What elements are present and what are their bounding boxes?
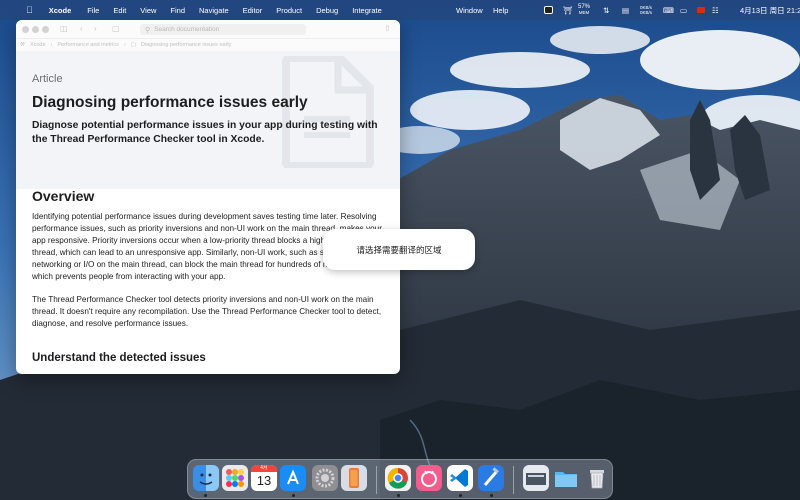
battery-status[interactable]: 57% MEM bbox=[578, 0, 590, 20]
bilibili-icon[interactable] bbox=[416, 465, 442, 491]
dock-separator bbox=[513, 466, 514, 494]
calendar-month: 4月 bbox=[251, 465, 277, 472]
menu-help[interactable]: Help bbox=[493, 0, 508, 20]
overview-heading: Overview bbox=[32, 188, 95, 204]
calendar-icon[interactable]: 4月 13 bbox=[251, 465, 277, 491]
translate-prompt-text: 请选择需要翻译的区域 bbox=[356, 245, 442, 256]
control-center-icon[interactable]: ▤ bbox=[622, 0, 629, 20]
breadcrumb-item-performance[interactable]: Performance and metrics bbox=[57, 42, 118, 48]
iphone-mirroring-icon[interactable] bbox=[341, 465, 367, 491]
xcode-app-icon[interactable] bbox=[478, 465, 504, 491]
downloads-stack-icon[interactable] bbox=[523, 465, 549, 491]
menu-editor[interactable]: Editor bbox=[243, 6, 263, 15]
search-icon: ⚲ bbox=[145, 26, 151, 34]
zoom-button[interactable] bbox=[42, 26, 49, 33]
sidebar-toggle-icon[interactable]: ◫ bbox=[60, 24, 68, 33]
menu-edit[interactable]: Edit bbox=[113, 6, 126, 15]
menu-find[interactable]: Find bbox=[170, 6, 185, 15]
minimize-button[interactable] bbox=[32, 26, 39, 33]
close-button[interactable] bbox=[22, 26, 29, 33]
breadcrumb-separator-icon: › bbox=[50, 42, 53, 48]
window-toolbar: ◫ ‹ › ▢ ⚲ Search documentation ⇧ bbox=[16, 20, 400, 39]
chrome-icon[interactable] bbox=[385, 465, 411, 491]
tab-icon[interactable]: ▢ bbox=[112, 24, 120, 33]
menu-clock[interactable]: 4月13日 周日 21:21 bbox=[740, 0, 800, 20]
menu-product[interactable]: Product bbox=[276, 6, 302, 15]
menu-integrate[interactable]: Integrate bbox=[352, 6, 382, 15]
documentation-window: ◫ ‹ › ▢ ⚲ Search documentation ⇧ ⚒ Xcode… bbox=[16, 20, 400, 374]
menu-file[interactable]: File bbox=[87, 6, 99, 15]
menu-window[interactable]: Window bbox=[456, 0, 483, 20]
menu-debug[interactable]: Debug bbox=[316, 6, 338, 15]
search-placeholder: Search documentation bbox=[154, 26, 220, 33]
system-settings-icon[interactable] bbox=[312, 465, 338, 491]
share-icon[interactable]: ⇧ bbox=[384, 24, 391, 33]
translate-prompt-popup[interactable]: 请选择需要翻译的区域 bbox=[323, 229, 475, 270]
trash-icon[interactable] bbox=[584, 465, 610, 491]
net-upload: 0KB/s bbox=[640, 4, 653, 10]
breadcrumb-separator-icon: › bbox=[123, 42, 126, 48]
battery-label: MEM bbox=[578, 10, 590, 15]
net-download: 0KB/s bbox=[640, 10, 653, 15]
document-watermark-icon bbox=[282, 56, 374, 168]
finder-icon[interactable] bbox=[193, 465, 219, 491]
overview-paragraph-2: The Thread Performance Checker tool dete… bbox=[32, 295, 382, 328]
dock: 4月 13 bbox=[187, 459, 613, 499]
network-speed: 0KB/s 0KB/s bbox=[640, 0, 652, 20]
article-abstract: Diagnose potential performance issues in… bbox=[32, 120, 378, 145]
running-indicator bbox=[459, 494, 462, 497]
article-icon: ▢ bbox=[130, 42, 136, 48]
menu-app-name[interactable]: Xcode bbox=[49, 6, 72, 15]
back-chevron-icon[interactable]: ‹ bbox=[80, 24, 83, 33]
breadcrumb-item-xcode[interactable]: Xcode bbox=[30, 42, 46, 48]
status-app-icon[interactable] bbox=[544, 0, 553, 20]
search-field[interactable]: ⚲ Search documentation bbox=[140, 24, 306, 35]
page-title: Diagnosing performance issues early bbox=[32, 94, 308, 111]
section-heading-detected-issues: Understand the detected issues bbox=[32, 352, 206, 364]
folder-icon[interactable] bbox=[553, 465, 579, 491]
flag-icon[interactable] bbox=[697, 0, 705, 20]
running-indicator bbox=[490, 494, 493, 497]
running-indicator bbox=[204, 494, 207, 497]
shield-icon[interactable]: ⛩ bbox=[563, 0, 573, 20]
transfer-arrows-icon[interactable]: ⇅ bbox=[603, 0, 609, 20]
breadcrumb-item-article[interactable]: Diagnosing performance issues early bbox=[141, 42, 232, 48]
running-indicator bbox=[292, 494, 295, 497]
menu-navigate[interactable]: Navigate bbox=[199, 6, 229, 15]
input-menu-icon[interactable]: ⌨ bbox=[663, 0, 674, 20]
breadcrumb: ⚒ Xcode › Performance and metrics › ▢ Di… bbox=[16, 39, 400, 51]
dock-separator bbox=[376, 466, 377, 494]
launchpad-icon[interactable] bbox=[222, 465, 248, 491]
display-icon[interactable]: ▭ bbox=[680, 0, 687, 20]
apple-menu-icon[interactable]:  bbox=[26, 5, 33, 15]
article-eyebrow: Article bbox=[32, 73, 63, 85]
app-store-icon[interactable] bbox=[280, 465, 306, 491]
xcode-icon: ⚒ bbox=[20, 42, 25, 48]
control-menu-icon[interactable]: ☷ bbox=[712, 0, 719, 20]
vscode-icon[interactable] bbox=[447, 465, 473, 491]
menu-view[interactable]: View bbox=[140, 6, 156, 15]
forward-chevron-icon[interactable]: › bbox=[94, 24, 97, 33]
menu-bar:  Xcode File Edit View Find Navigate Edi… bbox=[0, 0, 800, 20]
running-indicator bbox=[397, 494, 400, 497]
calendar-day: 13 bbox=[256, 473, 272, 488]
